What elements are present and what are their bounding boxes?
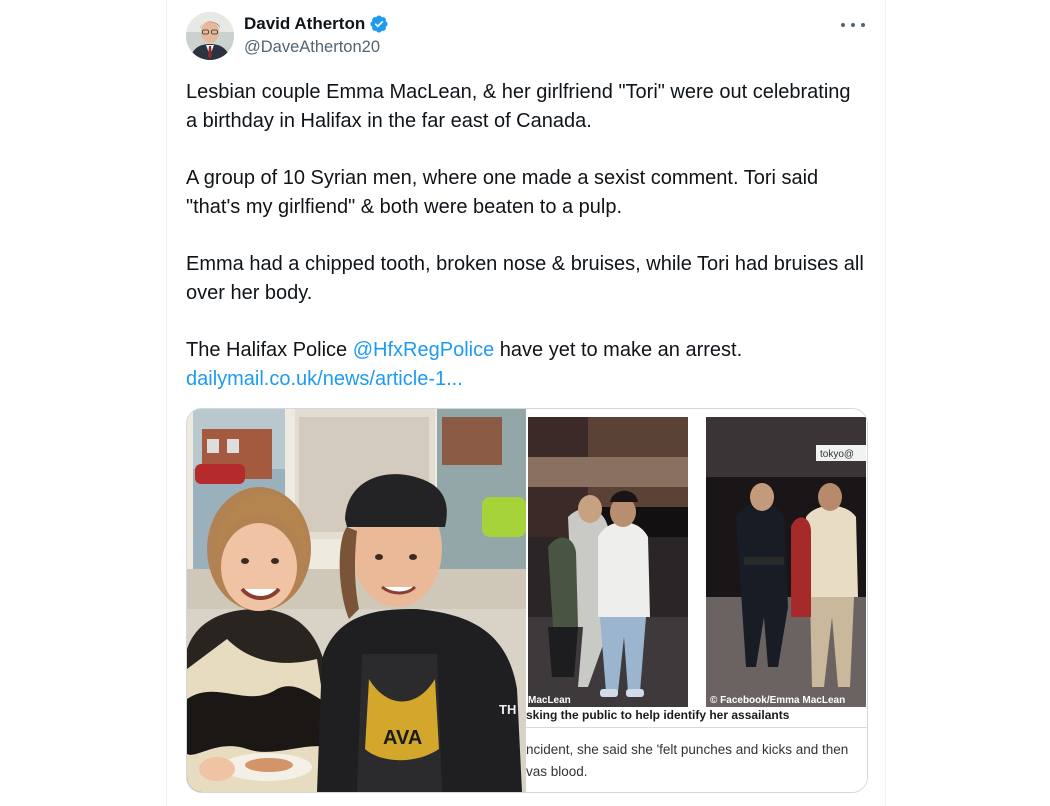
tweet-text: Lesbian couple Emma MacLean, & her girlf… [186,78,866,394]
tweet-card: David Atherton @DaveAtherton20 Lesbian c… [166,0,886,806]
article-body-line: vas blood. [526,764,588,779]
photo-street-left: MacLean [528,417,688,707]
mention-link[interactable]: @HfxRegPolice [353,339,494,361]
shirt-text: TH [499,702,516,717]
tweet-text-fragment: have yet to make an arrest. [494,339,743,361]
article-caption: sking the public to help identify her as… [526,708,790,722]
article-link-row: dailymail.co.uk/news/article-1... [186,365,866,394]
verified-badge-icon [370,15,388,33]
caption-divider [526,727,867,728]
news-collage: MacLean tokyo@ © Facebook/Emma MacLean s… [526,409,867,792]
author-avatar[interactable] [186,12,234,60]
svg-text:AVA: AVA [383,727,422,749]
article-body-line: ncident, she said she 'felt punches and … [526,742,849,757]
store-sign-text: tokyo@ [820,449,854,460]
more-options-icon[interactable] [841,16,865,34]
tweet-paragraph: A group of 10 Syrian men, where one made… [186,167,819,218]
tweet-paragraph: Lesbian couple Emma MacLean, & her girlf… [186,81,851,132]
tweet-text-fragment: The Halifax Police [186,339,353,361]
photo-two-women: AVA TH [187,409,526,792]
tweet-paragraph: Emma had a chipped tooth, broken nose & … [186,253,864,304]
author-name[interactable]: David Atherton [244,14,365,34]
author-handle[interactable]: @DaveAtherton20 [244,38,380,57]
author-name-row[interactable]: David Atherton [244,14,389,34]
article-body-text: ncident, she said she 'felt punches and … [526,739,867,783]
media-image[interactable]: AVA TH MacLean tokyo@ © Facebook/Emma Ma… [186,408,868,793]
article-link[interactable]: dailymail.co.uk/news/article-1... [186,368,463,390]
tweet-paragraph: The Halifax Police @HfxRegPolice have ye… [186,336,866,365]
photo-street-right: tokyo@ © Facebook/Emma MacLean [706,417,866,707]
